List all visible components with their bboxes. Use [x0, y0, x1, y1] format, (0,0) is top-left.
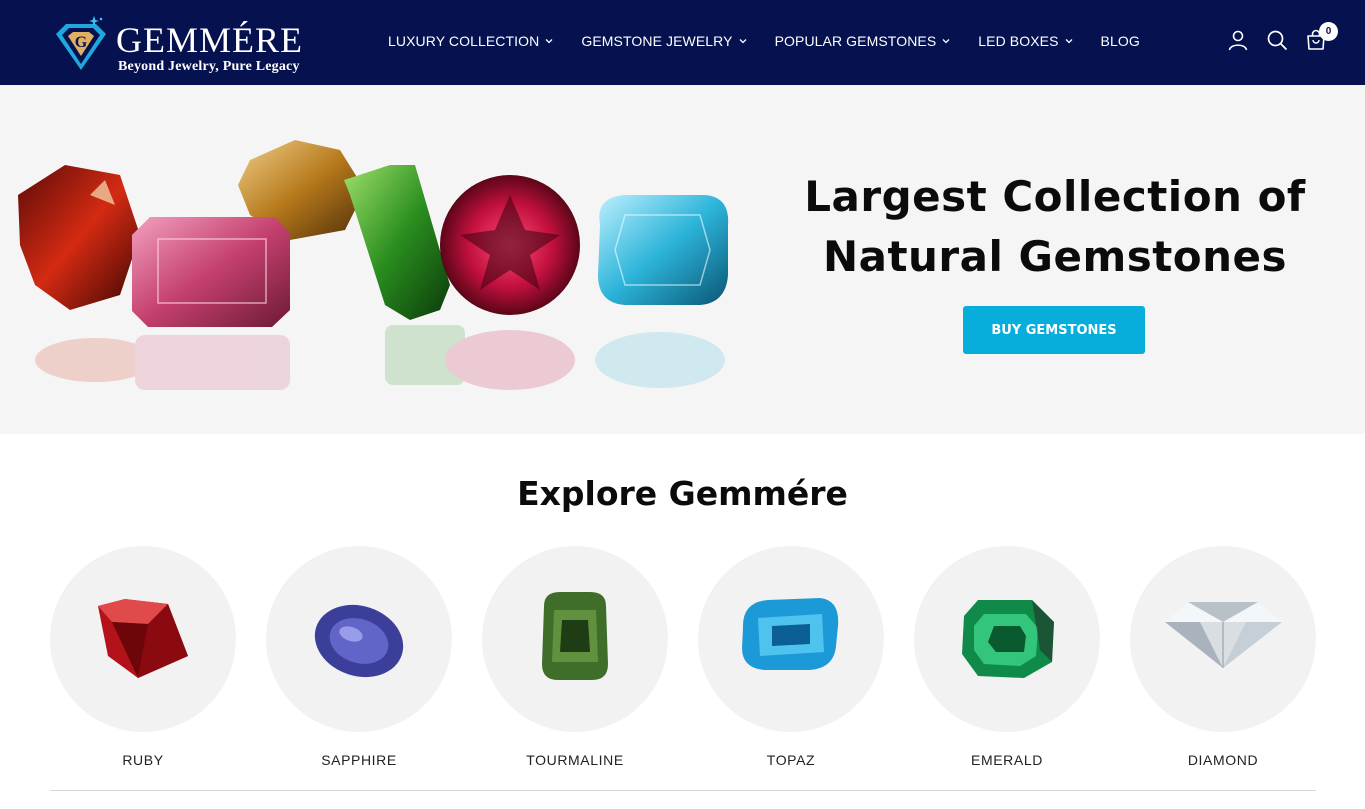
category-label: RUBY — [122, 752, 164, 768]
category-diamond[interactable]: DIAMOND — [1130, 546, 1316, 776]
tourmaline-gem-image — [542, 592, 608, 680]
nav-label: LUXURY COLLECTION — [388, 33, 540, 49]
nav-led-boxes[interactable]: LED BOXES — [978, 33, 1073, 49]
category-image-circle — [1130, 546, 1316, 732]
chevron-down-icon — [739, 39, 747, 44]
category-image-circle — [266, 546, 452, 732]
sapphire-gem-image — [314, 604, 404, 678]
category-image-circle — [914, 546, 1100, 732]
nav-label: GEMSTONE JEWELRY — [581, 33, 733, 49]
hero-title-line-1: Largest Collection of — [804, 172, 1306, 221]
category-sapphire[interactable]: SAPPHIRE — [266, 546, 452, 776]
nav-label: POPULAR GEMSTONES — [774, 33, 937, 49]
category-tourmaline[interactable]: TOURMALINE — [482, 546, 668, 776]
hero-title: Largest Collection of Natural Gemstones — [790, 167, 1320, 287]
nav-label: LED BOXES — [978, 33, 1059, 49]
hero-title-line-2: Natural Gemstones — [822, 232, 1288, 281]
nav-luxury-collection[interactable]: LUXURY COLLECTION — [388, 33, 553, 49]
ruby-gem-image — [98, 599, 188, 678]
category-emerald[interactable]: EMERALD — [914, 546, 1100, 776]
search-icon — [1267, 30, 1288, 51]
main-nav: LUXURY COLLECTION GEMSTONE JEWELRY POPUL… — [388, 30, 1140, 52]
account-button[interactable] — [1226, 28, 1250, 52]
cart-count-badge: 0 — [1319, 22, 1338, 41]
category-image-circle — [482, 546, 668, 732]
search-button[interactable] — [1265, 28, 1289, 52]
header-actions: 0 — [1211, 22, 1338, 52]
site-header: G GEMMÉRE Beyond Jewelry, Pure Legacy LU… — [0, 0, 1365, 85]
svg-text:G: G — [75, 34, 88, 51]
gem-logo-icon: G — [56, 16, 106, 70]
brand-logo[interactable]: G GEMMÉRE Beyond Jewelry, Pure Legacy — [50, 10, 320, 76]
gemstones-hero-image — [18, 140, 729, 390]
nav-popular-gemstones[interactable]: POPULAR GEMSTONES — [775, 33, 951, 49]
category-topaz[interactable]: TOPAZ — [698, 546, 884, 776]
category-ruby[interactable]: RUBY — [50, 546, 236, 776]
category-label: DIAMOND — [1187, 752, 1259, 768]
diamond-gem-image — [1165, 602, 1282, 668]
brand-wordmark: GEMMÉRE — [116, 20, 303, 60]
nav-gemstone-jewelry[interactable]: GEMSTONE JEWELRY — [581, 33, 747, 49]
category-image-circle — [698, 546, 884, 732]
cart-button[interactable]: 0 — [1304, 22, 1338, 52]
category-label: SAPPHIRE — [321, 752, 397, 768]
buy-gemstones-button[interactable]: BUY GEMSTONES — [963, 306, 1145, 354]
account-icon — [1228, 30, 1248, 51]
category-image-circle — [50, 546, 236, 732]
topaz-gem-image — [742, 598, 839, 670]
nav-label: BLOG — [1100, 33, 1140, 49]
category-label: EMERALD — [971, 752, 1043, 768]
nav-blog[interactable]: BLOG — [1101, 33, 1140, 49]
emerald-gem-image — [962, 600, 1054, 678]
chevron-down-icon — [545, 39, 553, 44]
category-list: RUBY SAPPHIRE TOURMALINE TOPAZ EMERALD D… — [50, 546, 1316, 776]
section-divider — [50, 790, 1316, 791]
explore-heading: Explore Gemmére — [517, 474, 848, 513]
category-label: TOPAZ — [766, 752, 816, 768]
hero-banner: Largest Collection of Natural Gemstones … — [0, 85, 1365, 434]
category-label: TOURMALINE — [526, 752, 624, 768]
chevron-down-icon — [942, 39, 950, 44]
chevron-down-icon — [1065, 39, 1073, 44]
brand-tagline: Beyond Jewelry, Pure Legacy — [118, 59, 300, 74]
